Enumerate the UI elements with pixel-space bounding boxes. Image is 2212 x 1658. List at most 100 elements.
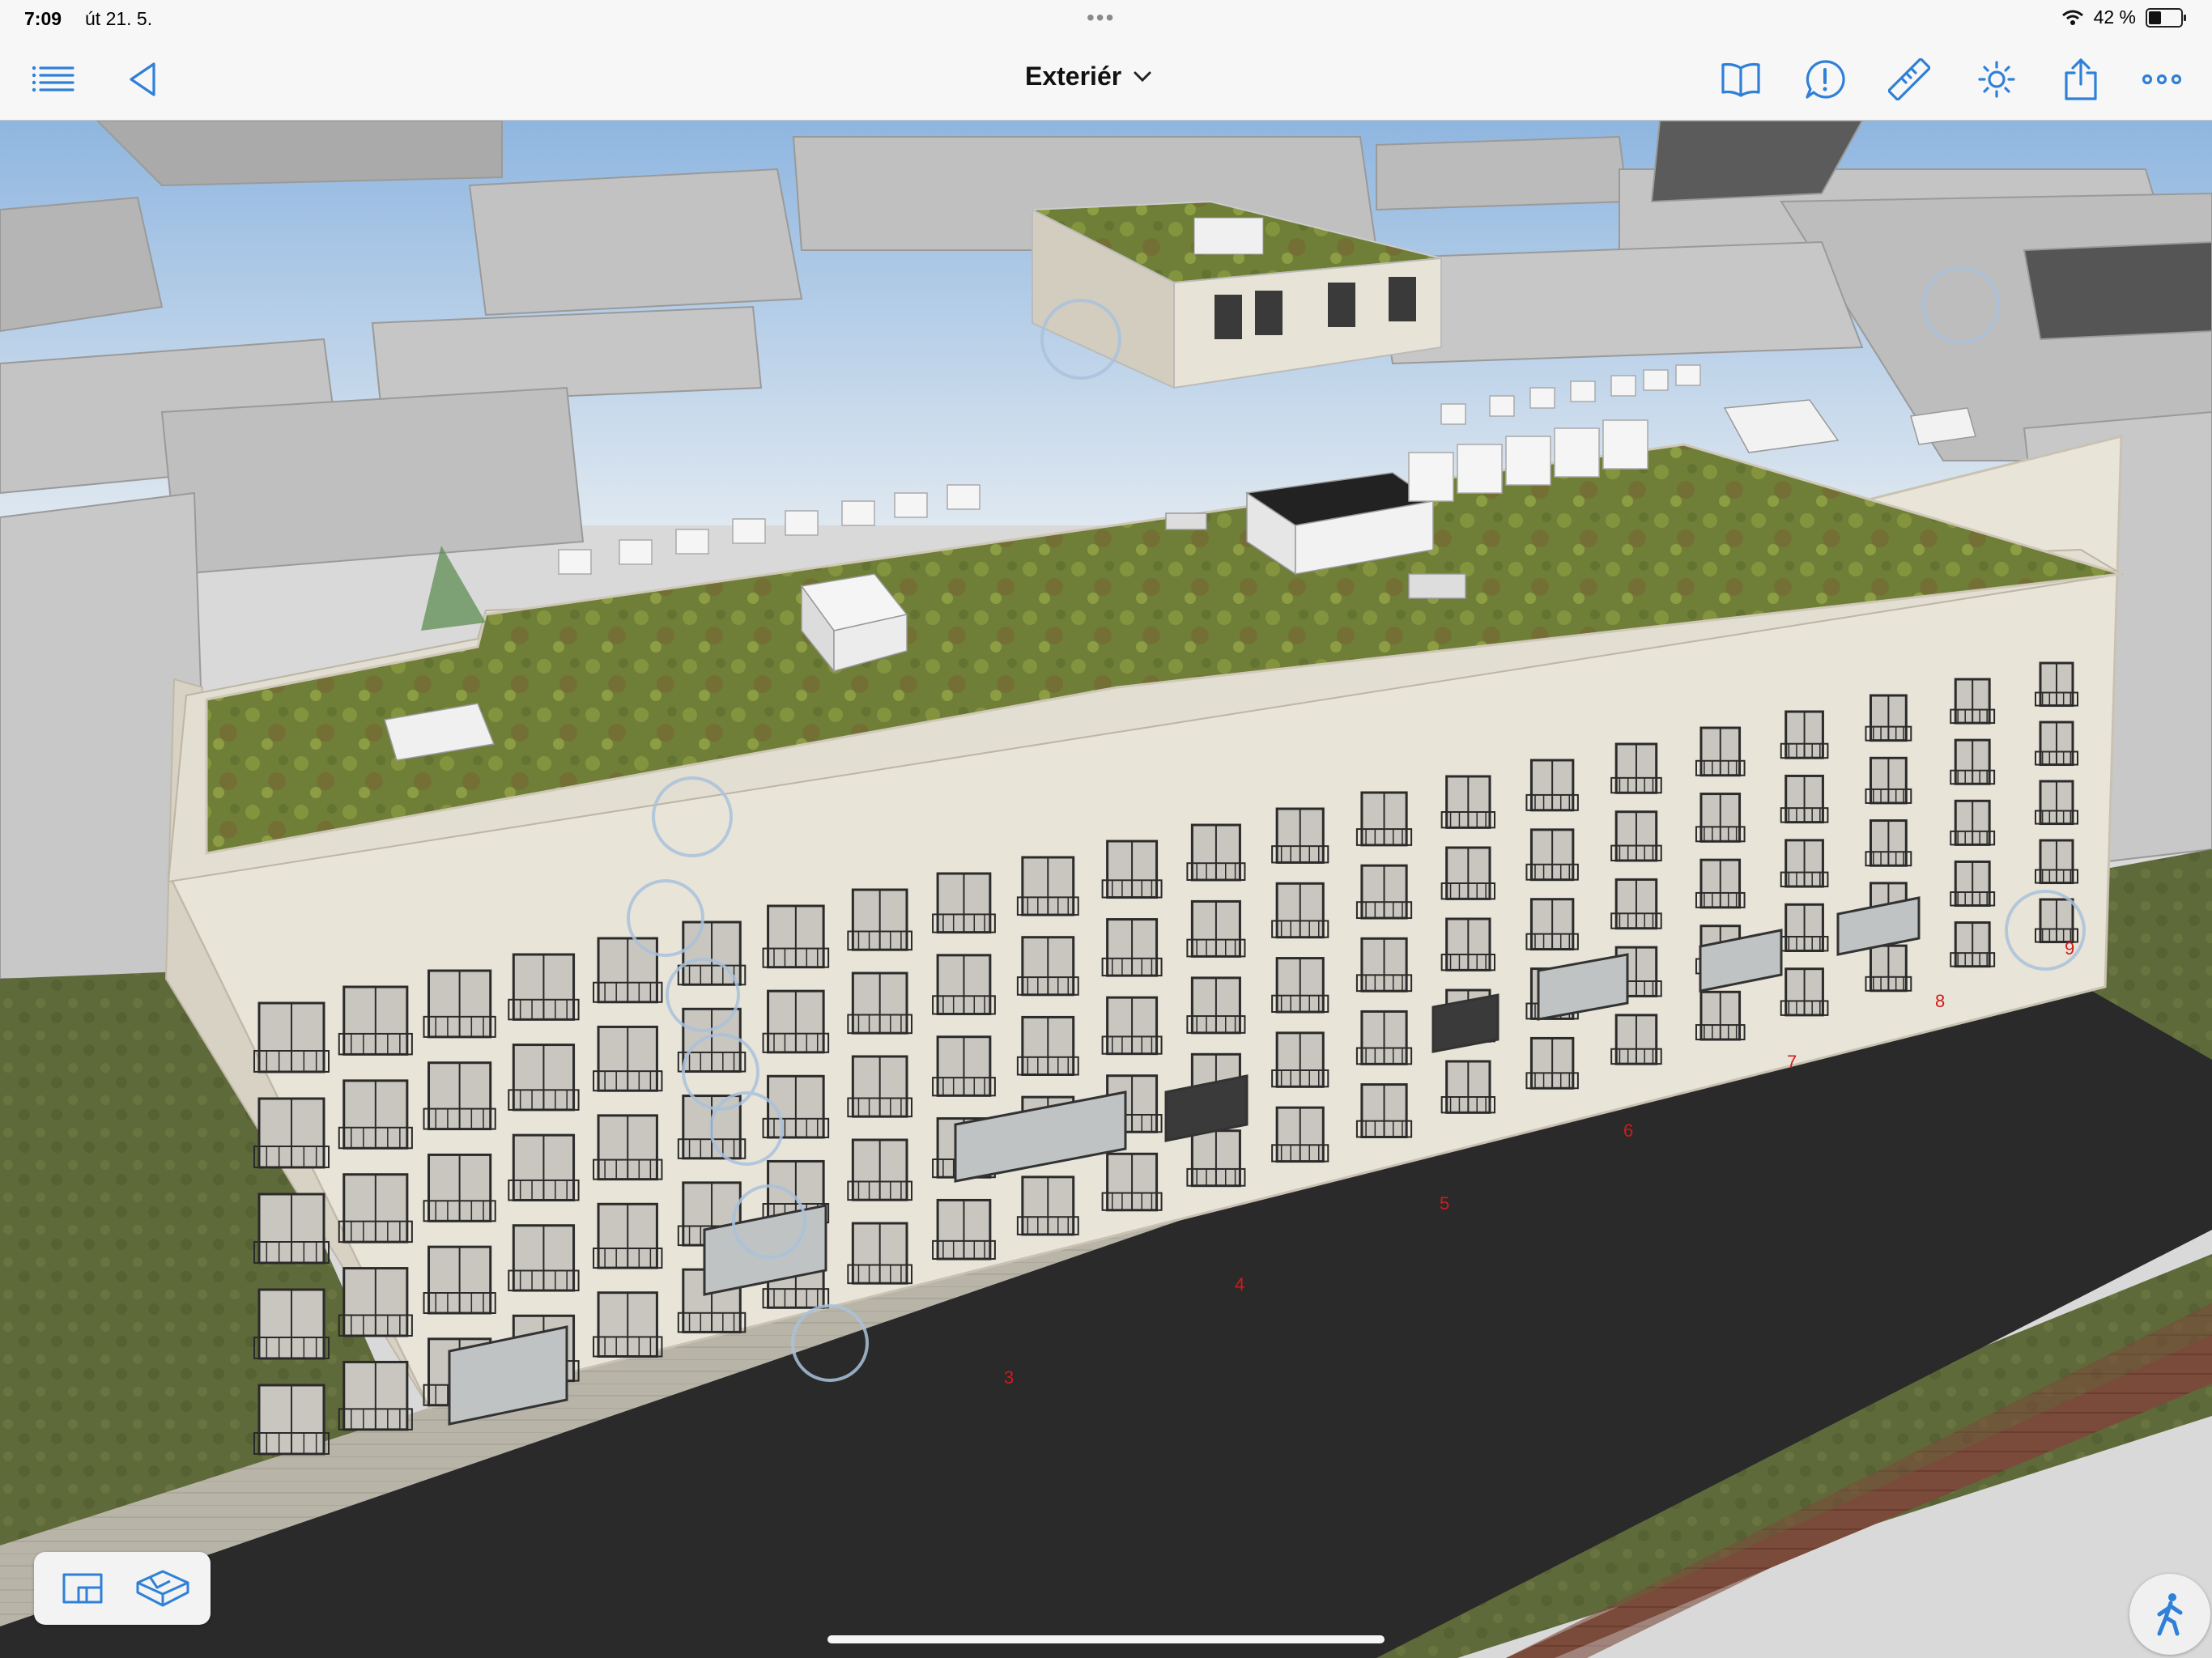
window (677, 920, 747, 986)
window (1440, 775, 1495, 829)
home-indicator[interactable] (827, 1635, 1385, 1643)
window (932, 1198, 996, 1261)
status-right: 42 % (2061, 6, 2186, 28)
3d-viewport[interactable]: 3 4 5 6 7 8 9 (0, 121, 2212, 1658)
street-marker-label: 7 (1787, 1052, 1797, 1072)
window (593, 1291, 663, 1358)
window (1271, 957, 1329, 1014)
window (1271, 1031, 1329, 1088)
window (338, 1173, 413, 1244)
window (423, 1245, 496, 1315)
wifi-icon (2061, 10, 2083, 25)
window (847, 1222, 913, 1285)
more-icon[interactable] (2138, 57, 2186, 102)
window (1016, 1175, 1079, 1236)
status-date: út 21. 5. (85, 8, 153, 29)
window (2035, 721, 2078, 767)
window (1186, 823, 1246, 882)
window (1610, 810, 1662, 862)
window (1016, 856, 1079, 916)
window (1525, 1036, 1579, 1090)
window (1271, 882, 1329, 939)
window (1355, 791, 1413, 847)
toolbar: Exteriér (0, 39, 2212, 121)
window (338, 1360, 413, 1431)
window (847, 888, 913, 951)
window (1440, 917, 1495, 971)
window (1950, 738, 1996, 785)
window (2035, 780, 2078, 826)
status-time: 7:09 (24, 8, 62, 29)
window (1780, 903, 1829, 952)
window (1695, 793, 1746, 843)
window (847, 1055, 913, 1118)
ruler-icon[interactable] (1885, 57, 1933, 102)
window (1525, 828, 1579, 882)
window (423, 1061, 496, 1131)
window (508, 953, 580, 1021)
window (593, 937, 663, 1004)
street-marker-label: 5 (1440, 1193, 1449, 1214)
window (1525, 898, 1579, 951)
street-marker-label: 3 (1004, 1367, 1014, 1388)
window (1610, 1014, 1662, 1065)
window (508, 1133, 580, 1201)
window (253, 1384, 330, 1456)
window (1440, 846, 1495, 900)
battery-icon (2146, 7, 2186, 28)
2d-plan-icon[interactable] (52, 1564, 113, 1613)
chevron-down-icon (1134, 71, 1151, 82)
street-marker-label: 8 (1935, 991, 1945, 1011)
window (338, 1079, 413, 1150)
walk-icon[interactable] (2129, 1574, 2210, 1655)
window (932, 1035, 996, 1097)
3d-scene[interactable]: 3 4 5 6 7 8 9 (0, 121, 2212, 1658)
window (593, 1202, 663, 1269)
window (1950, 860, 1996, 908)
window (1271, 807, 1329, 864)
window (1355, 937, 1413, 993)
window (1865, 694, 1912, 742)
window (1695, 858, 1746, 909)
sun-icon[interactable] (1972, 57, 2021, 102)
window (932, 872, 996, 934)
window (1440, 1060, 1495, 1114)
window (338, 1267, 413, 1337)
book-icon[interactable] (1716, 57, 1765, 102)
window (1271, 1106, 1329, 1163)
window (1695, 726, 1746, 777)
window (1186, 976, 1246, 1035)
window (1865, 756, 1912, 805)
page-title: Exteriér (1025, 62, 1122, 91)
window (847, 1138, 913, 1201)
back-icon[interactable] (118, 57, 167, 102)
window (1780, 710, 1829, 759)
share-icon[interactable] (2057, 57, 2105, 102)
window (2035, 898, 2078, 944)
window (677, 1007, 747, 1073)
view-title-dropdown[interactable]: Exteriér (1025, 62, 1152, 91)
3d-view-icon[interactable] (132, 1564, 194, 1613)
window (1610, 878, 1662, 930)
window (508, 1224, 580, 1292)
street-marker-label: 9 (2065, 938, 2074, 959)
window (1780, 774, 1829, 824)
window (1610, 742, 1662, 794)
multitasking-dots-icon[interactable]: ••• (1087, 5, 1115, 31)
window (2035, 839, 2078, 885)
window (253, 1192, 330, 1265)
window (1186, 1129, 1246, 1188)
window (1101, 996, 1163, 1056)
window (593, 1114, 663, 1181)
window (423, 1153, 496, 1222)
issue-icon[interactable] (1801, 57, 1849, 102)
window (593, 1025, 663, 1092)
window (1865, 944, 1912, 993)
window (1780, 839, 1829, 888)
window (2035, 661, 2078, 708)
window (1525, 759, 1579, 812)
list-icon[interactable] (29, 57, 78, 102)
view-mode-switch (34, 1552, 211, 1625)
window (1186, 899, 1246, 958)
street-marker-label: 4 (1235, 1274, 1244, 1295)
